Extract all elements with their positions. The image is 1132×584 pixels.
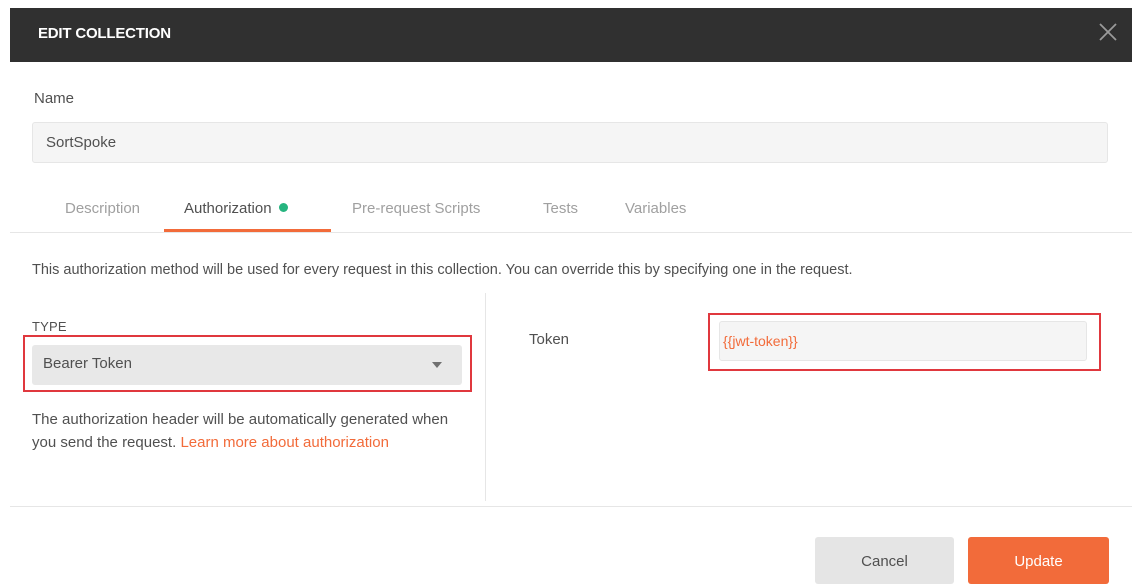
- learn-more-link[interactable]: Learn more about authorization: [180, 434, 388, 451]
- type-label: TYPE: [32, 319, 67, 334]
- tab-tests[interactable]: Tests: [543, 200, 578, 217]
- name-label: Name: [34, 90, 75, 107]
- auth-type-select[interactable]: Bearer Token: [32, 345, 462, 385]
- cancel-button[interactable]: Cancel: [815, 537, 954, 584]
- tab-authorization-label: Authorization: [184, 200, 272, 217]
- tab-pre-request-scripts[interactable]: Pre-request Scripts: [352, 200, 480, 217]
- status-dot: [278, 203, 288, 212]
- footer-divider: [10, 506, 1132, 507]
- auth-help-text: The authorization header will be automat…: [32, 408, 472, 454]
- chevron-down-icon: [432, 362, 442, 368]
- tab-variables[interactable]: Variables: [625, 200, 686, 217]
- tab-bar: Description Authorization Pre-request Sc…: [10, 187, 1132, 233]
- token-label: Token: [529, 331, 570, 348]
- close-icon[interactable]: [1096, 20, 1120, 44]
- update-button[interactable]: Update: [968, 537, 1109, 584]
- auth-type-value: Bearer Token: [43, 355, 132, 372]
- tab-description[interactable]: Description: [65, 200, 140, 217]
- column-divider: [485, 293, 486, 501]
- token-input[interactable]: {{jwt-token}}: [719, 321, 1087, 361]
- name-input[interactable]: SortSpoke: [32, 122, 1108, 163]
- authorization-description: This authorization method will be used f…: [32, 262, 853, 278]
- active-tab-underline: [164, 229, 331, 232]
- dialog-header: EDIT COLLECTION: [10, 8, 1132, 62]
- tab-authorization[interactable]: Authorization: [184, 200, 288, 217]
- dialog-title: EDIT COLLECTION: [38, 25, 171, 42]
- edit-collection-dialog: EDIT COLLECTION Name SortSpoke Descripti…: [0, 0, 1132, 584]
